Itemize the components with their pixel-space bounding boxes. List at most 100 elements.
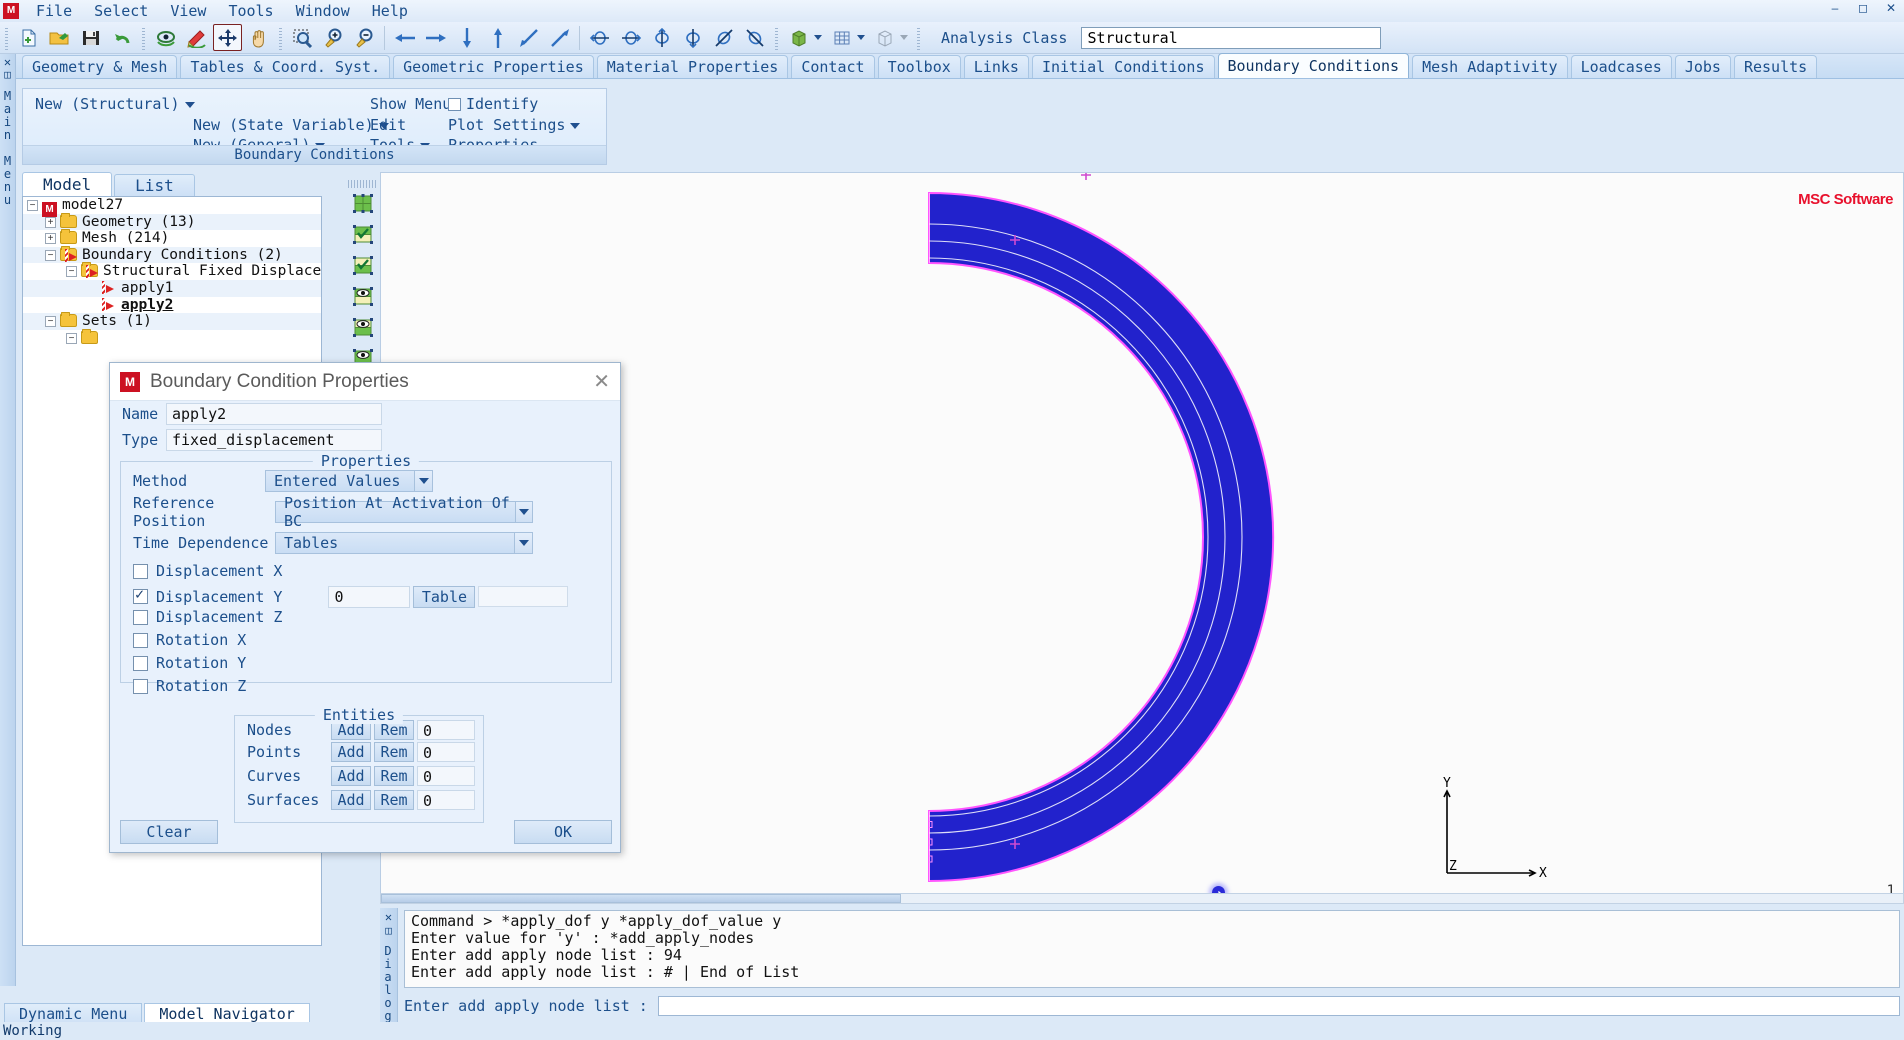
arrow-up-icon[interactable] [483, 24, 512, 51]
table-name-field[interactable] [478, 586, 569, 607]
tab-material-properties[interactable]: Material Properties [596, 55, 789, 78]
show-menu-button[interactable]: Show Menu [370, 95, 451, 113]
close-icon[interactable]: ✕ [1882, 1, 1900, 15]
chevron-down-icon[interactable] [515, 502, 532, 522]
time-dependence-select[interactable]: Tables [275, 532, 533, 554]
checkbox-icon[interactable] [133, 679, 148, 694]
eye-bottom-icon[interactable] [348, 312, 378, 343]
new-structural-button[interactable]: New (Structural) [35, 95, 195, 113]
reference-position-select[interactable]: Position At Activation Of BC [275, 494, 533, 530]
checkbox-icon[interactable] [133, 585, 148, 604]
box-view-icon[interactable] [870, 24, 899, 51]
toolbar-grip-4[interactable] [773, 25, 780, 50]
undo-icon[interactable] [107, 24, 136, 51]
view-rotate-icon[interactable] [151, 24, 180, 51]
pan-hand-icon[interactable] [244, 24, 273, 51]
identify-checkbox[interactable]: Identify [448, 95, 538, 113]
check-yellow-icon[interactable] [348, 250, 378, 281]
dof-row-rotation-y[interactable]: Rotation Y [133, 654, 611, 677]
collapse-icon[interactable]: − [66, 332, 77, 344]
arrow-left-icon[interactable] [390, 24, 419, 51]
add-points-button[interactable]: Add [331, 742, 371, 762]
view-toolbar-grip[interactable] [348, 180, 378, 188]
check-green-icon[interactable] [348, 219, 378, 250]
maximize-icon[interactable]: ◻ [1854, 1, 1872, 15]
menu-item-help[interactable]: Help [361, 1, 419, 21]
solid-view-dropdown-icon[interactable] [814, 35, 822, 40]
name-field[interactable]: apply2 [166, 403, 382, 425]
remove-surfaces-button[interactable]: Rem [374, 790, 414, 810]
menu-item-view[interactable]: View [159, 1, 217, 21]
checkbox-icon[interactable] [133, 564, 148, 579]
solid-view-icon[interactable] [784, 24, 813, 51]
eye-top-icon[interactable] [348, 281, 378, 312]
arrow-fwd-diag-icon[interactable] [545, 24, 574, 51]
tab-boundary-conditions[interactable]: Boundary Conditions [1217, 53, 1410, 78]
rotate-y-icon[interactable] [647, 24, 676, 51]
dof-value-field[interactable]: 0 [328, 585, 411, 608]
tab-results[interactable]: Results [1733, 55, 1818, 78]
collapse-icon[interactable]: − [27, 200, 38, 211]
rotate-z2-icon[interactable] [740, 24, 769, 51]
arrow-right-icon[interactable] [421, 24, 450, 51]
tree-row-model27[interactable]: − Mmodel27 [23, 197, 321, 217]
collapse-icon[interactable]: − [45, 249, 56, 261]
clear-button[interactable]: Clear [120, 820, 218, 844]
analysis-class-field[interactable]: Structural [1081, 26, 1382, 49]
command-output[interactable]: Command > *apply_dof y *apply_dof_value … [404, 910, 1900, 988]
command-input[interactable] [657, 996, 1900, 1016]
tab-dynamic-menu[interactable]: Dynamic Menu [4, 1003, 143, 1024]
arrow-back-diag-icon[interactable] [514, 24, 543, 51]
zoom-in-icon[interactable] [319, 24, 348, 51]
collapse-icon[interactable]: − [66, 266, 77, 278]
tree-row-mesh[interactable]: + Mesh (214) [23, 229, 321, 247]
expand-icon[interactable]: + [45, 216, 56, 228]
checkbox-icon[interactable] [133, 656, 148, 671]
main-menu-close-icon[interactable]: ✕ [0, 54, 15, 68]
dialog-close-icon[interactable]: ✕ [593, 369, 610, 394]
remove-curves-button[interactable]: Rem [374, 766, 414, 786]
show-all-icon[interactable] [348, 188, 378, 219]
add-curves-button[interactable]: Add [331, 766, 371, 786]
tree-row-sets[interactable]: − Sets (1) [23, 312, 321, 330]
wireframe-view-icon[interactable] [827, 24, 856, 51]
wireframe-view-dropdown-icon[interactable] [857, 35, 865, 40]
dialog-dock-icon[interactable]: ◫ [380, 924, 397, 938]
chevron-down-icon[interactable] [414, 471, 432, 491]
main-menu-dock-icon[interactable]: ◫ [0, 68, 15, 81]
tree-row-set-child[interactable]: − [23, 328, 321, 347]
tab-tables-coord-syst[interactable]: Tables & Coord. Syst. [180, 55, 391, 78]
dialog-title-bar[interactable]: M Boundary Condition Properties ✕ [110, 363, 620, 401]
tree-row-geometry[interactable]: + Geometry (13) [23, 212, 321, 231]
tab-links[interactable]: Links [963, 55, 1029, 78]
tab-loadcases[interactable]: Loadcases [1570, 55, 1672, 78]
add-surfaces-button[interactable]: Add [331, 790, 371, 810]
dynamic-move-icon[interactable] [213, 24, 242, 51]
tree-row-boundary-conditions[interactable]: − Boundary Conditions (2) [23, 245, 321, 264]
tab-initial-conditions[interactable]: Initial Conditions [1031, 55, 1215, 78]
tab-model[interactable]: Model [22, 172, 113, 196]
tab-mesh-adaptivity[interactable]: Mesh Adaptivity [1412, 55, 1568, 78]
toolbar-grip-5[interactable] [915, 25, 922, 50]
checkbox-icon[interactable] [448, 98, 461, 111]
dof-row-displacement-z[interactable]: Displacement Z [133, 608, 611, 631]
zoom-out-icon[interactable] [350, 24, 379, 51]
dof-row-displacement-y[interactable]: Displacement Y 0 Table [133, 585, 611, 608]
arrow-down-icon[interactable] [452, 24, 481, 51]
checkbox-icon[interactable] [133, 633, 148, 648]
tab-list[interactable]: List [114, 174, 195, 196]
chevron-down-icon[interactable] [514, 533, 532, 553]
tab-geometric-properties[interactable]: Geometric Properties [393, 55, 594, 78]
checkbox-icon[interactable] [133, 610, 148, 625]
tree-row-structural-fixed-displacement[interactable]: − Structural Fixed Displace… [23, 262, 321, 280]
method-select[interactable]: Entered Values [265, 470, 433, 492]
plot-settings-button[interactable]: Plot Settings [448, 116, 581, 134]
dof-row-rotation-z[interactable]: Rotation Z [133, 677, 611, 700]
toolbar-grip[interactable] [3, 25, 10, 50]
menu-item-select[interactable]: Select [83, 1, 159, 21]
tab-geometry-mesh[interactable]: Geometry & Mesh [22, 55, 178, 78]
minimize-icon[interactable]: – [1826, 1, 1844, 15]
tree-row-apply2[interactable]: apply2 [23, 297, 321, 314]
new-file-icon[interactable] [14, 24, 43, 51]
menu-item-tools[interactable]: Tools [217, 1, 284, 21]
